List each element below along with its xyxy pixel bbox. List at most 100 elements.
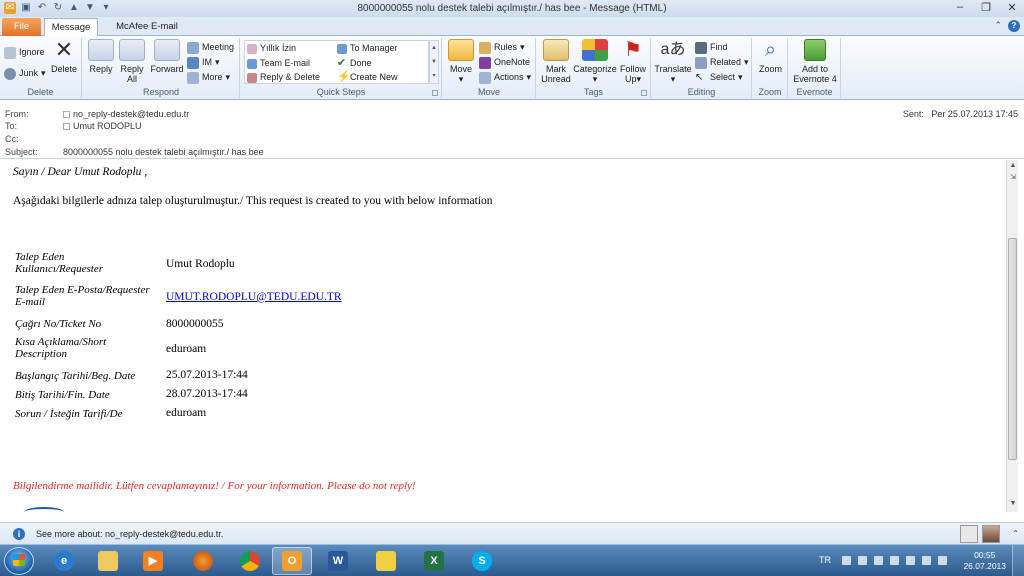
group-editing: aあ Translate ▾ Find Related ▾ ↖ Select ▾ Ed… bbox=[652, 38, 752, 98]
clock[interactable]: 00:55 26.07.2013 bbox=[963, 550, 1006, 572]
taskbar-chrome[interactable] bbox=[230, 547, 270, 575]
junk-button[interactable]: Junk ▾ bbox=[4, 67, 46, 80]
taskbar-excel[interactable]: X bbox=[414, 547, 454, 575]
greeting-text: Sayın / Dear Umut Rodoplu , bbox=[13, 166, 148, 178]
show-desktop-button[interactable] bbox=[1012, 545, 1024, 576]
taskbar-file-explorer[interactable] bbox=[88, 547, 128, 575]
quick-steps-gallery: Yıllık İzin To Manager Team E-mail ✔ Don… bbox=[244, 40, 429, 84]
tab-file[interactable]: File bbox=[2, 18, 41, 36]
translate-button[interactable]: aあ Translate ▾ bbox=[654, 39, 692, 84]
message-body[interactable]: Sayın / Dear Umut Rodoplu , Aşağıdaki bi… bbox=[6, 160, 1004, 512]
close-icon[interactable]: ✕ bbox=[1006, 1, 1018, 14]
tags-launcher-icon[interactable] bbox=[641, 90, 647, 96]
move-button[interactable]: Move ▾ bbox=[446, 39, 476, 84]
reply-button[interactable]: Reply bbox=[86, 39, 116, 74]
group-move: Move ▾ Rules ▾ OneNote Actions ▾ Move bbox=[443, 38, 536, 98]
select-button[interactable]: ↖ Select ▾ bbox=[695, 71, 743, 84]
quick-step-team-email[interactable]: Team E-mail bbox=[247, 57, 310, 70]
people-pane-toggle-icon[interactable]: ⌃ bbox=[1012, 529, 1019, 538]
tray-app-icon[interactable] bbox=[922, 556, 931, 565]
quick-step-to-manager[interactable]: To Manager bbox=[337, 42, 398, 55]
taskbar-firefox[interactable] bbox=[183, 547, 223, 575]
meeting-button[interactable]: Meeting bbox=[187, 41, 234, 54]
quick-steps-launcher-icon[interactable] bbox=[432, 90, 438, 96]
tray-volume-icon[interactable] bbox=[906, 556, 915, 565]
restore-icon[interactable]: ❐ bbox=[980, 1, 992, 14]
rules-button[interactable]: Rules ▾ bbox=[479, 41, 525, 54]
excel-icon: X bbox=[424, 551, 444, 571]
tray-flag-icon[interactable] bbox=[858, 556, 867, 565]
logo-image bbox=[24, 507, 64, 512]
group-label-tags: Tags bbox=[583, 87, 603, 97]
related-button[interactable]: Related ▾ bbox=[695, 56, 749, 69]
tray-power-icon[interactable] bbox=[874, 556, 883, 565]
lightning-icon: ⚡ bbox=[337, 71, 351, 83]
scroll-down-icon[interactable]: ▼ bbox=[1007, 498, 1019, 510]
contact-placeholder-photo[interactable] bbox=[960, 525, 978, 543]
delete-button[interactable]: ✕ Delete bbox=[48, 39, 80, 75]
onenote-button[interactable]: OneNote bbox=[479, 56, 530, 69]
add-to-evernote-button[interactable]: Add to Evernote 4 bbox=[791, 39, 839, 84]
vertical-scrollbar[interactable]: ▲ ⇲ ▼ bbox=[1006, 160, 1018, 512]
quick-step-reply-delete[interactable]: Reply & Delete bbox=[247, 71, 320, 84]
quick-step-yillik-izin[interactable]: Yıllık İzin bbox=[247, 42, 296, 55]
see-more-link[interactable]: See more about: no_reply-destek@tedu.edu… bbox=[36, 529, 223, 539]
taskbar-internet-explorer[interactable]: e bbox=[44, 547, 84, 575]
outlook-icon: O bbox=[282, 551, 302, 571]
contact-photo[interactable] bbox=[982, 525, 1000, 543]
start-button[interactable] bbox=[4, 547, 34, 575]
quick-step-done[interactable]: ✔ Done bbox=[337, 57, 372, 70]
help-icon[interactable]: ? bbox=[1008, 20, 1020, 32]
actions-icon bbox=[479, 71, 491, 84]
group-label-zoom: Zoom bbox=[758, 87, 782, 97]
minimize-icon[interactable]: – bbox=[954, 1, 966, 14]
field-label: Kısa Açıklama/Short Description bbox=[15, 336, 107, 360]
contact-status-icon bbox=[63, 122, 70, 130]
taskbar-sticky-notes[interactable] bbox=[366, 547, 406, 575]
forward-button[interactable]: Forward bbox=[149, 39, 185, 74]
taskbar-word[interactable]: W bbox=[318, 547, 358, 575]
quick-step-create-new[interactable]: ⚡ Create New bbox=[337, 71, 398, 84]
quick-steps-scroll[interactable]: ▲ ▼ ▾ bbox=[429, 40, 439, 84]
from-value[interactable]: no_reply-destek@tedu.edu.tr bbox=[73, 108, 189, 120]
title-bar: ✉ ▣ ↶ ↻ ▲ ▼ ▾ 8000000055 nolu destek tal… bbox=[0, 0, 1024, 17]
follow-up-button[interactable]: ⚑ Follow Up▾ bbox=[617, 39, 649, 84]
mark-unread-button[interactable]: Mark Unread bbox=[539, 39, 573, 84]
scroll-up-icon[interactable]: ▲ bbox=[1007, 160, 1019, 172]
ignore-button[interactable]: Ignore bbox=[4, 46, 45, 59]
im-icon bbox=[187, 56, 199, 69]
group-evernote: Add to Evernote 4 Evernote bbox=[789, 38, 841, 98]
reply-icon bbox=[88, 39, 114, 61]
group-label-move: Move bbox=[477, 87, 500, 97]
window-title: 8000000055 nolu destek talebi açılmıştır… bbox=[357, 3, 667, 14]
taskbar-skype[interactable]: S bbox=[462, 547, 502, 575]
intro-text: Aşağıdaki bilgilerle adnıza talep oluştu… bbox=[13, 195, 493, 207]
tray-network-icon[interactable] bbox=[890, 556, 899, 565]
tab-message[interactable]: Message bbox=[44, 18, 98, 37]
reply-all-icon bbox=[119, 39, 145, 61]
scroll-expand-icon[interactable]: ⇲ bbox=[1007, 172, 1019, 184]
find-button[interactable]: Find bbox=[695, 41, 728, 54]
taskbar-outlook[interactable]: O bbox=[272, 547, 312, 575]
sticky-notes-icon bbox=[376, 551, 396, 571]
tray-update-icon[interactable] bbox=[938, 556, 947, 565]
taskbar-media-player[interactable]: ▶ bbox=[133, 547, 173, 575]
reply-all-button[interactable]: Reply All bbox=[117, 39, 147, 84]
requester-email-link[interactable]: UMUT.RODOPLU@TEDU.EDU.TR bbox=[166, 291, 342, 303]
scroll-thumb[interactable] bbox=[1008, 238, 1017, 460]
to-value[interactable]: Umut RODOPLU bbox=[73, 120, 142, 132]
tray-arrow-icon[interactable] bbox=[842, 556, 851, 565]
language-indicator[interactable]: TR bbox=[819, 555, 831, 565]
more-respond-button[interactable]: More ▾ bbox=[187, 71, 230, 84]
ribbon-tabs: File Message McAfee E-mail Scan ⌃ ? bbox=[0, 17, 1024, 49]
im-button[interactable]: IM ▾ bbox=[187, 56, 220, 69]
zoom-button[interactable]: ⌕ Zoom bbox=[755, 39, 786, 74]
subject-row: Subject: 8000000055 nolu destek talebi a… bbox=[5, 147, 264, 157]
more-icon bbox=[187, 71, 199, 84]
categorize-icon bbox=[582, 39, 608, 61]
actions-button[interactable]: Actions ▾ bbox=[479, 71, 531, 84]
ribbon-minimize-icon[interactable]: ⌃ bbox=[994, 20, 1002, 31]
system-tray: TR 00:55 26.07.2013 bbox=[814, 545, 1024, 576]
tab-mcafee-email-scan[interactable]: McAfee E-mail Scan bbox=[104, 18, 190, 49]
categorize-button[interactable]: Categorize ▾ bbox=[573, 39, 617, 84]
